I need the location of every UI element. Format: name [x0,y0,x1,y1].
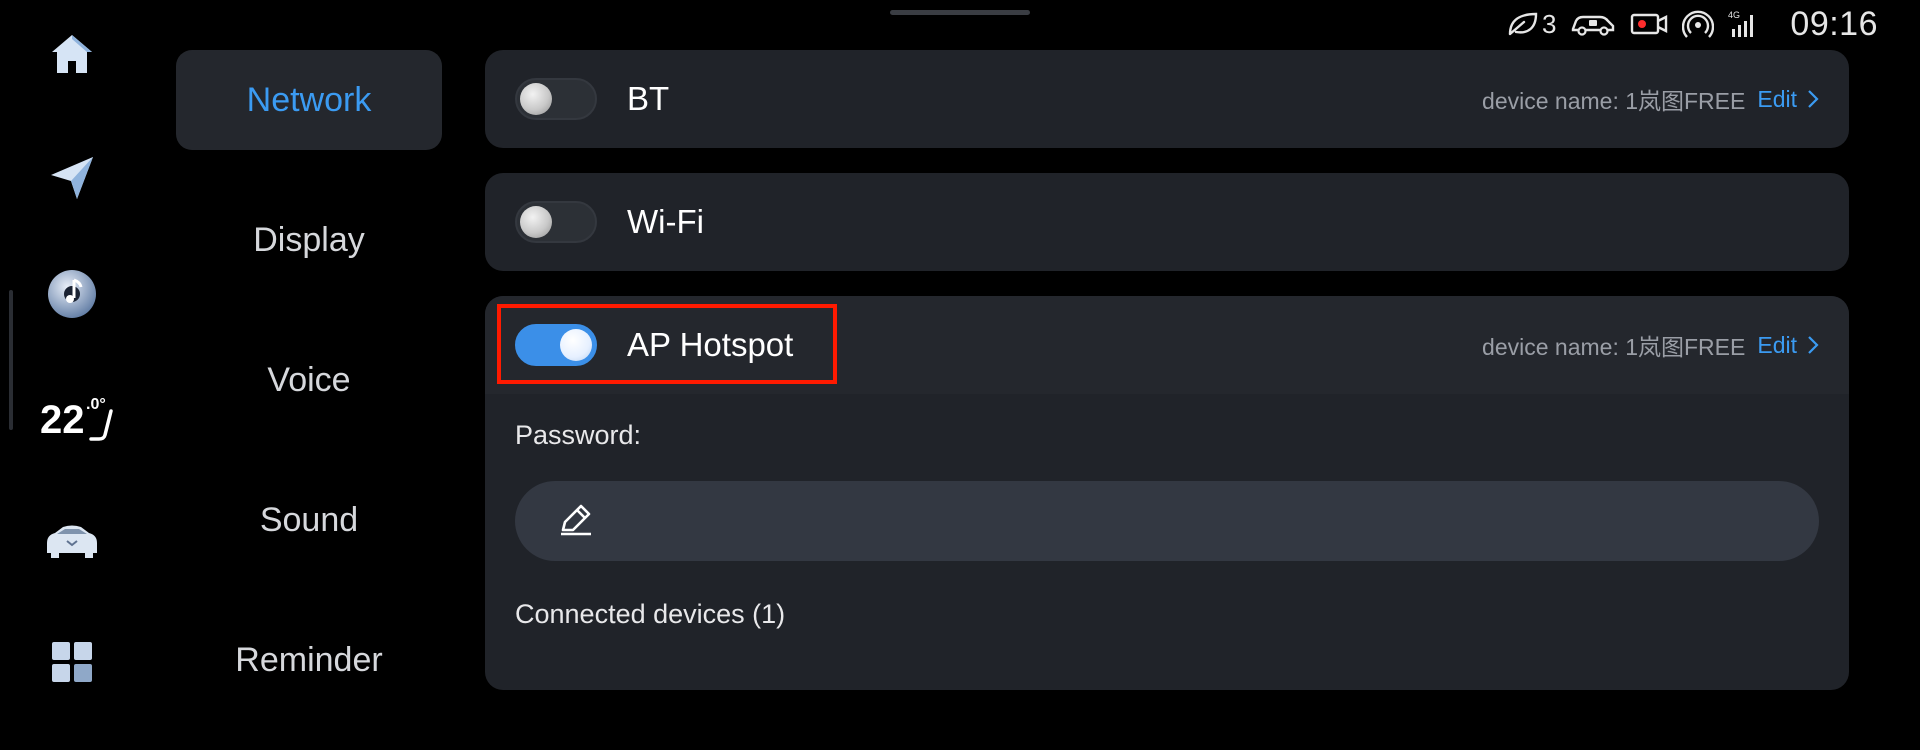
connected-devices-label[interactable]: Connected devices (1) [485,599,1849,630]
svg-text:4G: 4G [1728,10,1740,20]
wifi-toggle[interactable] [515,201,597,243]
home-icon[interactable] [36,18,108,90]
cellular-4g-icon: 4G [1728,9,1758,39]
leaf-count: 3 [1541,8,1557,39]
status-clock: 09:16 [1790,4,1878,43]
bt-toggle[interactable] [515,78,597,120]
wifi-card: Wi-Fi [485,173,1849,271]
category-reminder[interactable]: Reminder [176,610,442,710]
hotspot-header: AP Hotspot device name: 1岚图FREE Edit [485,296,1849,394]
seat-icon [88,409,113,441]
category-sound[interactable]: Sound [176,470,442,570]
hotspot-label: AP Hotspot [627,326,794,363]
dashcam-icon [1630,11,1668,37]
top-drag-handle[interactable] [890,10,1030,15]
bt-label: BT [627,80,670,117]
password-label: Password: [515,420,642,450]
bt-device-name: device name: 1岚图FREE [1482,88,1746,114]
chevron-right-icon[interactable] [1807,335,1819,355]
hotspot-edit-link[interactable]: Edit [1757,332,1797,359]
hotspot-card: AP Hotspot device name: 1岚图FREE Edit Pas… [485,296,1849,690]
bt-edit-link[interactable]: Edit [1757,86,1797,113]
vehicle-icon[interactable] [36,505,108,577]
hotspot-toggle[interactable] [515,324,597,366]
status-bar: 3 4G 09:16 [1506,4,1878,43]
chevron-right-icon[interactable] [1807,89,1819,109]
apps-grid-icon[interactable] [36,626,108,698]
dock-scrollbar[interactable] [9,290,13,430]
dock-temperature-unit: .0° [86,395,106,413]
music-icon[interactable] [36,258,108,330]
car-lock-icon [1570,11,1616,37]
toggle-knob [520,206,552,238]
toggle-knob [560,329,592,361]
navigation-icon[interactable] [36,142,108,214]
edit-pencil-icon[interactable] [557,500,595,543]
hotspot-signal-icon [1682,9,1715,39]
wifi-label: Wi-Fi [627,203,704,240]
leaf-icon: 3 [1506,9,1556,40]
category-network[interactable]: Network [176,50,442,150]
bt-card: BT device name: 1岚图FREE Edit [485,50,1849,148]
category-display[interactable]: Display [176,190,442,290]
left-dock: 22.0° [0,0,142,720]
settings-categories: Network Display Voice Sound Reminder [176,50,442,750]
toggle-knob [520,83,552,115]
dock-temperature: 22 [40,397,85,442]
password-field[interactable] [515,481,1819,561]
hotspot-device-name: device name: 1岚图FREE [1482,334,1746,360]
climate-icon[interactable]: 22.0° [40,384,120,456]
category-voice[interactable]: Voice [176,330,442,430]
